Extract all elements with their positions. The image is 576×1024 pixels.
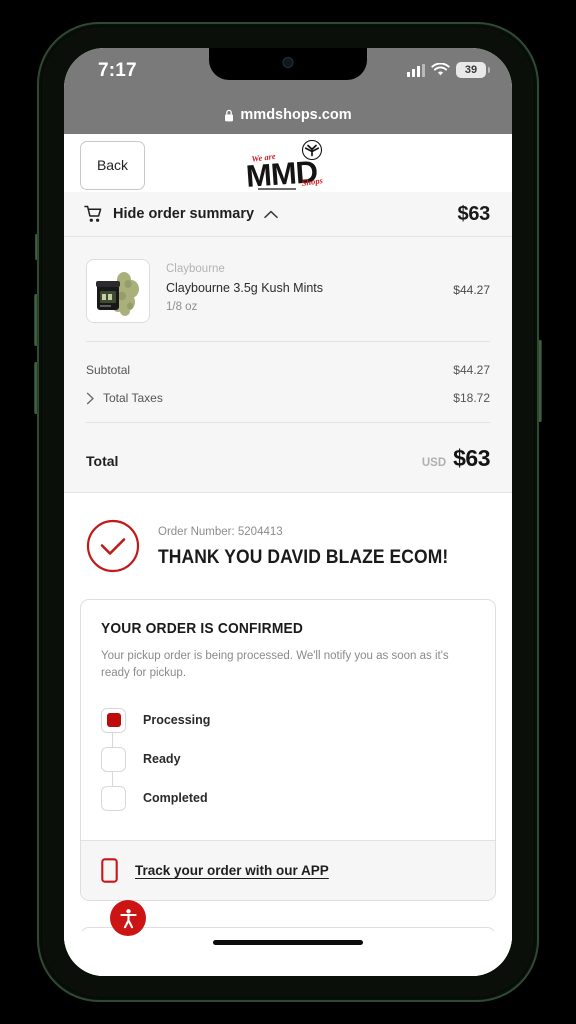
- taxes-amount: $18.72: [453, 391, 490, 405]
- front-camera-icon: [282, 57, 294, 68]
- status-checkbox-processing: [101, 707, 126, 733]
- subtotal-amount: $44.27: [453, 363, 490, 377]
- status-step-processing: Processing: [101, 701, 475, 748]
- total-row: Total USD $63: [86, 422, 490, 492]
- chevron-right-icon[interactable]: [86, 392, 95, 405]
- cost-lines: Subtotal $44.27 Total Taxes $18.72: [86, 341, 490, 422]
- volume-down-button[interactable]: [34, 362, 38, 414]
- lock-icon: [225, 109, 234, 121]
- status-step-ready: Ready: [101, 740, 475, 787]
- product-price: $44.27: [453, 283, 490, 297]
- taxes-label-group: Total Taxes: [86, 391, 163, 405]
- track-order-link-row[interactable]: Track your order with our APP: [81, 839, 495, 900]
- confirmation-header: Order Number: 5204413 THANK YOU DAVID BL…: [86, 519, 490, 573]
- phone-device-frame: 7:17 39 mmdshops.com Back We are MMD Sho…: [34, 22, 542, 1002]
- svg-text:Shops: Shops: [301, 175, 324, 188]
- status-bar-time: 7:17: [98, 60, 137, 81]
- confirmation-section: Order Number: 5204413 THANK YOU DAVID BL…: [64, 492, 512, 573]
- cost-row-taxes[interactable]: Total Taxes $18.72: [86, 384, 490, 412]
- total-currency: USD: [421, 457, 447, 469]
- taxes-label: Total Taxes: [103, 391, 163, 405]
- order-summary-body: Claybourne Claybourne 3.5g Kush Mints 1/…: [64, 237, 512, 492]
- order-summary-toggle[interactable]: Hide order summary $63: [64, 192, 512, 237]
- browser-url-bar[interactable]: mmdshops.com: [64, 100, 512, 134]
- order-status-steps: Processing Ready Completed: [101, 701, 475, 818]
- order-number: Order Number: 5204413: [158, 526, 283, 539]
- confirmation-text-group: Order Number: 5204413 THANK YOU DAVID BL…: [158, 523, 474, 569]
- line-item: Claybourne Claybourne 3.5g Kush Mints 1/…: [86, 259, 490, 323]
- cart-icon: [84, 205, 102, 222]
- product-image: [87, 260, 149, 322]
- status-label-completed: Completed: [143, 791, 208, 805]
- status-step-completed: Completed: [101, 779, 475, 818]
- status-bar: 7:17 39: [64, 48, 512, 100]
- total-amount: $63: [453, 445, 490, 471]
- check-circle-icon: [86, 519, 140, 573]
- chevron-up-icon: [264, 210, 278, 218]
- status-bar-indicators: 39: [407, 62, 490, 78]
- volume-up-button[interactable]: [34, 294, 38, 346]
- status-checkbox-completed: [101, 785, 126, 811]
- subtotal-label: Subtotal: [86, 363, 131, 377]
- cost-row-subtotal: Subtotal $44.27: [86, 356, 490, 384]
- phone-screen: 7:17 39 mmdshops.com Back We are MMD Sho…: [64, 48, 512, 976]
- line-items-list: Claybourne Claybourne 3.5g Kush Mints 1/…: [86, 237, 490, 341]
- accessibility-icon: [119, 908, 137, 928]
- order-status-title: YOUR ORDER IS CONFIRMED: [101, 620, 304, 637]
- order-summary-label: Hide order summary: [113, 206, 255, 222]
- status-connector: [112, 731, 113, 748]
- cellular-signal-icon: [407, 63, 425, 77]
- mute-switch-button[interactable]: [35, 234, 38, 260]
- product-thumbnail: [86, 259, 150, 323]
- status-label-ready: Ready: [143, 752, 181, 766]
- power-button[interactable]: [538, 340, 542, 422]
- accessibility-button[interactable]: [110, 900, 146, 936]
- track-order-label: Track your order with our APP: [135, 862, 329, 878]
- battery-icon: 39: [456, 62, 490, 78]
- total-value-group: USD $63: [421, 445, 491, 472]
- battery-level-text: 39: [464, 64, 478, 76]
- url-text: mmdshops.com: [240, 107, 352, 123]
- device-notch: [209, 48, 367, 80]
- status-label-processing: Processing: [143, 713, 211, 727]
- mobile-phone-icon: [101, 857, 118, 883]
- home-indicator[interactable]: [213, 940, 363, 945]
- status-connector: [112, 770, 113, 787]
- product-title: Claybourne 3.5g Kush Mints: [166, 281, 324, 296]
- back-button[interactable]: Back: [80, 140, 145, 190]
- order-status-card-body: YOUR ORDER IS CONFIRMED Your pickup orde…: [81, 600, 495, 840]
- status-checkbox-ready: [101, 746, 126, 772]
- product-variant: 1/8 oz: [166, 301, 198, 314]
- order-status-description: Your pickup order is being processed. We…: [101, 650, 449, 680]
- order-status-card: YOUR ORDER IS CONFIRMED Your pickup orde…: [80, 599, 496, 901]
- line-item-info: Claybourne Claybourne 3.5g Kush Mints 1/…: [166, 259, 453, 317]
- mmd-shops-logo: We are MMD Shops: [245, 140, 324, 192]
- wifi-icon: [431, 63, 450, 76]
- total-label: Total: [86, 453, 119, 469]
- thank-you-heading: THANK YOU DAVID BLAZE ECOM!: [158, 546, 449, 568]
- site-header: Back We are MMD Shops: [64, 134, 512, 197]
- product-vendor: Claybourne: [166, 263, 225, 275]
- home-indicator-zone: [64, 931, 512, 976]
- page-content: Hide order summary $63 Claybourne Claybo…: [64, 192, 512, 976]
- order-summary-total: $63: [457, 202, 491, 225]
